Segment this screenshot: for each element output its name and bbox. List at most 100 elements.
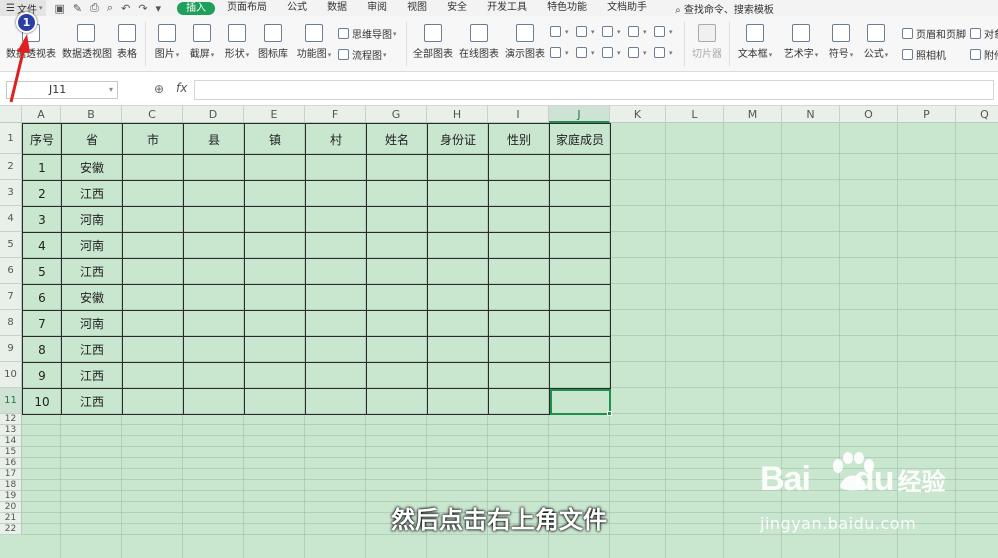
table-cell[interactable]: 河南 bbox=[61, 206, 123, 233]
table-cell[interactable]: 1 bbox=[22, 154, 62, 181]
table-cell[interactable] bbox=[488, 388, 550, 415]
column-header-o[interactable]: O bbox=[840, 106, 898, 123]
table-cell[interactable] bbox=[366, 154, 428, 181]
table-cell[interactable] bbox=[244, 284, 306, 311]
row-header-9[interactable]: 9 bbox=[0, 336, 22, 362]
table-cell[interactable] bbox=[305, 258, 367, 285]
table-cell[interactable] bbox=[488, 232, 550, 259]
table-cell[interactable] bbox=[366, 232, 428, 259]
table-cell[interactable] bbox=[366, 310, 428, 337]
row-header-16[interactable]: 16 bbox=[0, 458, 22, 469]
tab-2[interactable]: 公式 bbox=[277, 0, 317, 16]
row-header-7[interactable]: 7 bbox=[0, 284, 22, 310]
row-header-10[interactable]: 10 bbox=[0, 362, 22, 388]
table-cell[interactable] bbox=[122, 258, 184, 285]
column-header-n[interactable]: N bbox=[782, 106, 840, 123]
camera-button[interactable]: 照相机 bbox=[902, 47, 946, 62]
tab-3[interactable]: 数据 bbox=[317, 0, 357, 16]
table-cell[interactable]: 安徽 bbox=[61, 284, 123, 311]
table-cell[interactable]: 10 bbox=[22, 388, 62, 415]
table-cell[interactable] bbox=[488, 258, 550, 285]
screenshot-button[interactable]: 截屏▾ bbox=[187, 24, 217, 60]
table-cell[interactable] bbox=[305, 232, 367, 259]
radar-chart-button[interactable]: ▾ bbox=[628, 26, 647, 37]
table-cell[interactable]: 江西 bbox=[61, 258, 123, 285]
mind-map-button[interactable]: 思维导图 ▾ bbox=[338, 26, 397, 41]
table-cell[interactable] bbox=[122, 310, 184, 337]
column-header-p[interactable]: P bbox=[898, 106, 956, 123]
shape-button[interactable]: 形状▾ bbox=[222, 24, 252, 60]
header-footer-button[interactable]: 页眉和页脚 bbox=[902, 26, 966, 41]
table-cell[interactable] bbox=[366, 362, 428, 389]
formula-input[interactable] bbox=[194, 80, 994, 100]
row-header-6[interactable]: 6 bbox=[0, 258, 22, 284]
customize-icon[interactable]: ▾ bbox=[156, 2, 162, 15]
table-cell[interactable] bbox=[427, 232, 489, 259]
table-cell[interactable] bbox=[183, 232, 245, 259]
table-header-cell[interactable]: 省 bbox=[61, 123, 123, 155]
table-cell[interactable]: 6 bbox=[22, 284, 62, 311]
scatter-chart-button[interactable]: ▾ bbox=[628, 47, 647, 58]
row-header-2[interactable]: 2 bbox=[0, 154, 22, 180]
table-cell[interactable] bbox=[305, 336, 367, 363]
table-cell[interactable] bbox=[427, 154, 489, 181]
table-cell[interactable] bbox=[244, 258, 306, 285]
row-header-13[interactable]: 13 bbox=[0, 425, 22, 436]
tab-9[interactable]: 文档助手 bbox=[597, 0, 657, 16]
table-cell[interactable] bbox=[549, 336, 611, 363]
tab-6[interactable]: 安全 bbox=[437, 0, 477, 16]
table-header-cell[interactable]: 序号 bbox=[22, 123, 62, 155]
table-cell[interactable] bbox=[183, 258, 245, 285]
table-cell[interactable] bbox=[244, 180, 306, 207]
undo-icon[interactable]: ↶ bbox=[121, 2, 130, 15]
table-cell[interactable] bbox=[244, 388, 306, 415]
column-header-h[interactable]: H bbox=[427, 106, 488, 123]
row-header-18[interactable]: 18 bbox=[0, 480, 22, 491]
table-cell[interactable] bbox=[305, 154, 367, 181]
table-cell[interactable]: 江西 bbox=[61, 336, 123, 363]
table-cell[interactable] bbox=[549, 206, 611, 233]
table-header-cell[interactable]: 镇 bbox=[244, 123, 306, 155]
column-header-l[interactable]: L bbox=[666, 106, 724, 123]
row-header-1[interactable]: 1 bbox=[0, 123, 22, 154]
table-cell[interactable] bbox=[427, 180, 489, 207]
table-cell[interactable]: 3 bbox=[22, 206, 62, 233]
table-header-cell[interactable]: 性别 bbox=[488, 123, 550, 155]
table-cell[interactable] bbox=[366, 336, 428, 363]
table-cell[interactable] bbox=[427, 258, 489, 285]
textbox-button[interactable]: 文本框▾ bbox=[735, 24, 775, 60]
online-charts-button[interactable]: 在线图表 bbox=[459, 24, 499, 60]
format-painter-icon[interactable]: ✎ bbox=[73, 2, 82, 15]
table-cell[interactable] bbox=[427, 388, 489, 415]
table-cell[interactable] bbox=[549, 154, 611, 181]
table-cell[interactable] bbox=[488, 154, 550, 181]
table-cell[interactable]: 河南 bbox=[61, 310, 123, 337]
row-header-5[interactable]: 5 bbox=[0, 232, 22, 258]
table-cell[interactable]: 江西 bbox=[61, 362, 123, 389]
pie-chart-button[interactable]: ▾ bbox=[602, 47, 621, 58]
row-header-12[interactable]: 12 bbox=[0, 414, 22, 425]
table-cell[interactable] bbox=[183, 310, 245, 337]
table-cell[interactable] bbox=[305, 206, 367, 233]
table-cell[interactable] bbox=[366, 180, 428, 207]
table-cell[interactable] bbox=[427, 284, 489, 311]
table-cell[interactable] bbox=[549, 284, 611, 311]
column-header-g[interactable]: G bbox=[366, 106, 427, 123]
row-header-3[interactable]: 3 bbox=[0, 180, 22, 206]
column-header-m[interactable]: M bbox=[724, 106, 782, 123]
table-cell[interactable]: 4 bbox=[22, 232, 62, 259]
bar-chart-button[interactable]: ▾ bbox=[576, 26, 595, 37]
wordart-button[interactable]: 艺术字▾ bbox=[781, 24, 821, 60]
table-cell[interactable] bbox=[183, 206, 245, 233]
function-chart-button[interactable]: 功能图▾ bbox=[294, 24, 334, 60]
table-cell[interactable] bbox=[488, 310, 550, 337]
table-cell[interactable] bbox=[549, 388, 611, 415]
table-header-cell[interactable]: 家庭成员 bbox=[549, 123, 611, 155]
column-header-k[interactable]: K bbox=[610, 106, 666, 123]
table-header-cell[interactable]: 县 bbox=[183, 123, 245, 155]
table-cell[interactable] bbox=[183, 336, 245, 363]
command-search[interactable]: ⌕ 查找命令、搜索模板 bbox=[675, 1, 774, 16]
table-cell[interactable] bbox=[427, 206, 489, 233]
table-cell[interactable]: 安徽 bbox=[61, 154, 123, 181]
table-cell[interactable] bbox=[305, 310, 367, 337]
